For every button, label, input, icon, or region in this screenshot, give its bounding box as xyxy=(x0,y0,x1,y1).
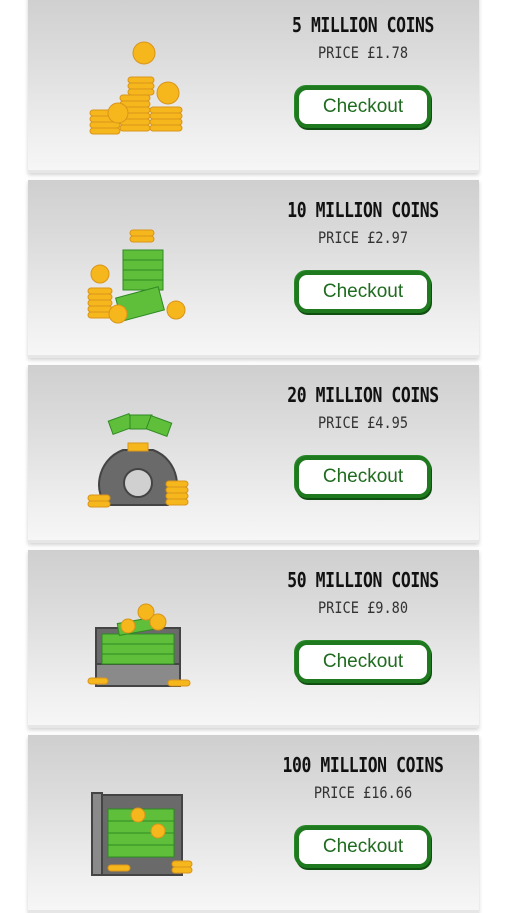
package-info: 10 MILLION COINS PRICE £2.97 Checkout xyxy=(263,200,463,313)
money-briefcase-icon xyxy=(78,580,198,700)
package-list: 5 MILLION COINS PRICE £1.78 Checkout 10 … xyxy=(0,0,507,913)
coin-stack-icon xyxy=(78,25,198,145)
package-title: 20 MILLION COINS xyxy=(287,383,439,407)
package-card-50m: 50 MILLION COINS PRICE £9.80 Checkout xyxy=(28,550,479,728)
package-title: 5 MILLION COINS xyxy=(292,13,434,37)
package-price: PRICE £2.97 xyxy=(317,228,409,247)
coins-and-cash-icon xyxy=(78,210,198,330)
money-safe-icon xyxy=(78,765,198,885)
package-info: 50 MILLION COINS PRICE £9.80 Checkout xyxy=(263,570,463,683)
package-info: 5 MILLION COINS PRICE £1.78 Checkout xyxy=(263,15,463,128)
package-title: 10 MILLION COINS xyxy=(287,198,439,222)
package-info: 100 MILLION COINS PRICE £16.66 Checkout xyxy=(263,755,463,868)
money-bag-icon xyxy=(78,395,198,515)
package-card-10m: 10 MILLION COINS PRICE £2.97 Checkout xyxy=(28,180,479,358)
package-price: PRICE £1.78 xyxy=(317,43,409,62)
package-card-100m: 100 MILLION COINS PRICE £16.66 Checkout xyxy=(28,735,479,913)
checkout-button[interactable]: Checkout xyxy=(295,456,431,498)
checkout-button[interactable]: Checkout xyxy=(295,826,431,868)
package-price: PRICE £16.66 xyxy=(313,783,413,802)
package-card-20m: 20 MILLION COINS PRICE £4.95 Checkout xyxy=(28,365,479,543)
checkout-button[interactable]: Checkout xyxy=(295,641,431,683)
checkout-button[interactable]: Checkout xyxy=(295,271,431,313)
package-title: 100 MILLION COINS xyxy=(282,753,444,777)
package-info: 20 MILLION COINS PRICE £4.95 Checkout xyxy=(263,385,463,498)
package-price: PRICE £9.80 xyxy=(317,598,409,617)
package-card-5m: 5 MILLION COINS PRICE £1.78 Checkout xyxy=(28,0,479,173)
package-title: 50 MILLION COINS xyxy=(287,568,439,592)
package-price: PRICE £4.95 xyxy=(317,413,409,432)
checkout-button[interactable]: Checkout xyxy=(295,86,431,128)
